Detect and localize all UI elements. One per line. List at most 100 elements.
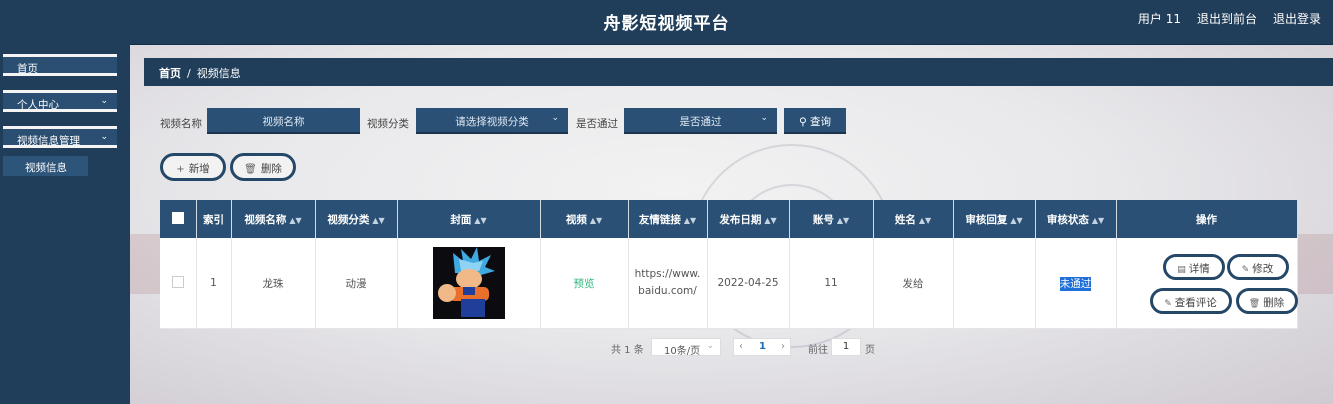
sidebar-item-video-management[interactable]: 视频信息管理 ⌄ (3, 126, 117, 148)
goto-page-input[interactable]: 1 (831, 338, 861, 356)
column-header: 索引 (196, 200, 232, 238)
exit-to-front-link[interactable]: 退出到前台 (1197, 10, 1257, 27)
add-button[interactable]: + 新增 (160, 153, 226, 181)
view-comments-label: 查看评论 (1174, 297, 1217, 309)
row-select-cell[interactable] (160, 238, 197, 329)
breadcrumb-separator: / (187, 67, 191, 80)
breadcrumb-home[interactable]: 首页 (159, 67, 181, 80)
cell-category: 动漫 (315, 238, 398, 329)
sort-icon[interactable]: ▲▼ (837, 216, 849, 225)
sort-icon[interactable]: ▲▼ (684, 216, 696, 225)
cell-link: https://www.baidu.com/ (628, 238, 708, 329)
plus-icon: + (176, 164, 185, 175)
sidebar-item-personal-center[interactable]: 个人中心 ⌄ (3, 90, 117, 112)
select-all-checkbox[interactable] (171, 211, 184, 224)
table-row: 1 龙珠 动漫 预览 https://www.baidu.com/ 2022-0… (160, 238, 1298, 329)
breadcrumb: 首页 / 视频信息 (144, 58, 1333, 86)
pass-status-select[interactable]: 是否通过 ⌄ (624, 108, 777, 134)
chevron-down-icon: ⌄ (100, 132, 108, 142)
video-table: 索引 视频名称 ▲▼ 视频分类 ▲▼ 封面 ▲▼ 视频 ▲▼ 友情链接 ▲▼ 发布日期 ▲▼… (160, 200, 1298, 329)
chevron-down-icon: ⌄ (100, 96, 108, 106)
sort-icon[interactable]: ▲▼ (474, 216, 486, 225)
sidebar-subitem-video-info[interactable]: 视频信息 (3, 156, 88, 176)
delete-button-label: 删除 (260, 163, 282, 175)
video-category-label: 视频分类 (367, 118, 409, 130)
cell-account: 11 (789, 238, 874, 329)
sidebar: 首页 个人中心 ⌄ 视频信息管理 ⌄ 视频信息 (0, 44, 130, 404)
video-category-select[interactable]: 请选择视频分类 ⌄ (416, 108, 568, 134)
column-header[interactable]: 封面 ▲▼ (397, 200, 541, 238)
status-badge: 未通过 (1059, 276, 1092, 291)
cell-index: 1 (196, 238, 232, 329)
column-header[interactable]: 账号 ▲▼ (789, 200, 874, 238)
video-preview-link[interactable]: 预览 (574, 278, 595, 290)
friend-link-text: https://www.baidu.com/ (634, 268, 701, 297)
sidebar-item-label: 个人中心 (17, 99, 59, 111)
chevron-down-icon: ⌄ (706, 341, 714, 351)
column-header[interactable]: 审核状态 ▲▼ (1035, 200, 1117, 238)
column-header[interactable]: 姓名 ▲▼ (873, 200, 954, 238)
page-size-value: 10条/页 (664, 346, 701, 357)
query-button-label: 查询 (810, 116, 832, 128)
column-header[interactable]: 视频分类 ▲▼ (315, 200, 398, 238)
cell-reply (953, 238, 1036, 329)
pass-status-placeholder: 是否通过 (679, 116, 722, 128)
row-delete-button[interactable]: 🗑 删除 (1235, 288, 1298, 314)
cell-date: 2022-04-25 (707, 238, 790, 329)
sort-icon[interactable]: ▲▼ (764, 216, 776, 225)
pagination-total: 共 1 条 (611, 345, 644, 356)
sort-icon[interactable]: ▲▼ (372, 216, 384, 225)
cell-video-name: 龙珠 (231, 238, 316, 329)
cell-operations: ▤ 详情 ✎ 修改 ✎ 查看评论 🗑 删除 (1116, 238, 1298, 329)
column-header[interactable]: 发布日期 ▲▼ (707, 200, 790, 238)
add-button-label: 新增 (188, 163, 210, 175)
sidebar-item-home[interactable]: 首页 (3, 54, 117, 76)
query-button[interactable]: ⚲ 查询 (784, 108, 846, 134)
sidebar-item-label: 视频信息管理 (17, 135, 80, 147)
page-unit-label: 页 (865, 345, 875, 356)
video-name-input[interactable]: 视频名称 (207, 108, 360, 134)
column-header[interactable]: 视频名称 ▲▼ (231, 200, 316, 238)
goto-label: 前往 (808, 345, 828, 356)
pencil-icon: ✎ (1164, 299, 1172, 309)
app-title: 舟影短视频平台 (603, 14, 730, 34)
top-header: 舟影短视频平台 用户 11 退出到前台 退出登录 (0, 0, 1333, 45)
sort-icon[interactable]: ▲▼ (1010, 216, 1022, 225)
cover-thumbnail (432, 247, 505, 319)
sort-icon[interactable]: ▲▼ (1092, 216, 1104, 225)
sort-icon[interactable]: ▲▼ (919, 216, 931, 225)
select-all-cell[interactable] (160, 200, 197, 238)
trash-icon: 🗑 (244, 164, 257, 175)
page-size-select[interactable]: 10条/页 ⌄ (651, 338, 721, 357)
column-header[interactable]: 视频 ▲▼ (540, 200, 629, 238)
cell-cover (397, 238, 541, 329)
sort-icon[interactable]: ▲▼ (590, 216, 602, 225)
column-header: 操作 (1116, 200, 1298, 238)
video-category-placeholder: 请选择视频分类 (455, 116, 529, 128)
video-name-label: 视频名称 (160, 118, 202, 130)
pager: ‹ 1 › (733, 338, 791, 356)
current-page[interactable]: 1 (759, 341, 766, 352)
chevron-down-icon: ⌄ (760, 113, 768, 123)
logout-link[interactable]: 退出登录 (1273, 10, 1321, 27)
cell-video[interactable]: 预览 (540, 238, 629, 329)
detail-button[interactable]: ▤ 详情 (1162, 254, 1225, 280)
column-header[interactable]: 友情链接 ▲▼ (628, 200, 708, 238)
current-user: 用户 11 (1137, 12, 1181, 26)
detail-button-label: 详情 (1188, 263, 1210, 275)
row-delete-label: 删除 (1263, 297, 1285, 309)
next-page-icon[interactable]: › (781, 341, 785, 352)
cell-person: 发给 (873, 238, 954, 329)
document-icon: ▤ (1177, 265, 1186, 275)
column-header[interactable]: 审核回复 ▲▼ (953, 200, 1036, 238)
prev-page-icon[interactable]: ‹ (739, 341, 743, 352)
cell-status: 未通过 (1035, 238, 1117, 329)
row-checkbox[interactable] (171, 275, 184, 288)
view-comments-button[interactable]: ✎ 查看评论 (1149, 288, 1232, 314)
edit-button[interactable]: ✎ 修改 (1226, 254, 1289, 280)
sort-icon[interactable]: ▲▼ (289, 216, 301, 225)
chevron-down-icon: ⌄ (551, 113, 559, 123)
edit-button-label: 修改 (1252, 263, 1274, 275)
table-header-row: 索引 视频名称 ▲▼ 视频分类 ▲▼ 封面 ▲▼ 视频 ▲▼ 友情链接 ▲▼ 发布日期 ▲▼… (160, 200, 1298, 238)
batch-delete-button[interactable]: 🗑 删除 (230, 153, 296, 181)
